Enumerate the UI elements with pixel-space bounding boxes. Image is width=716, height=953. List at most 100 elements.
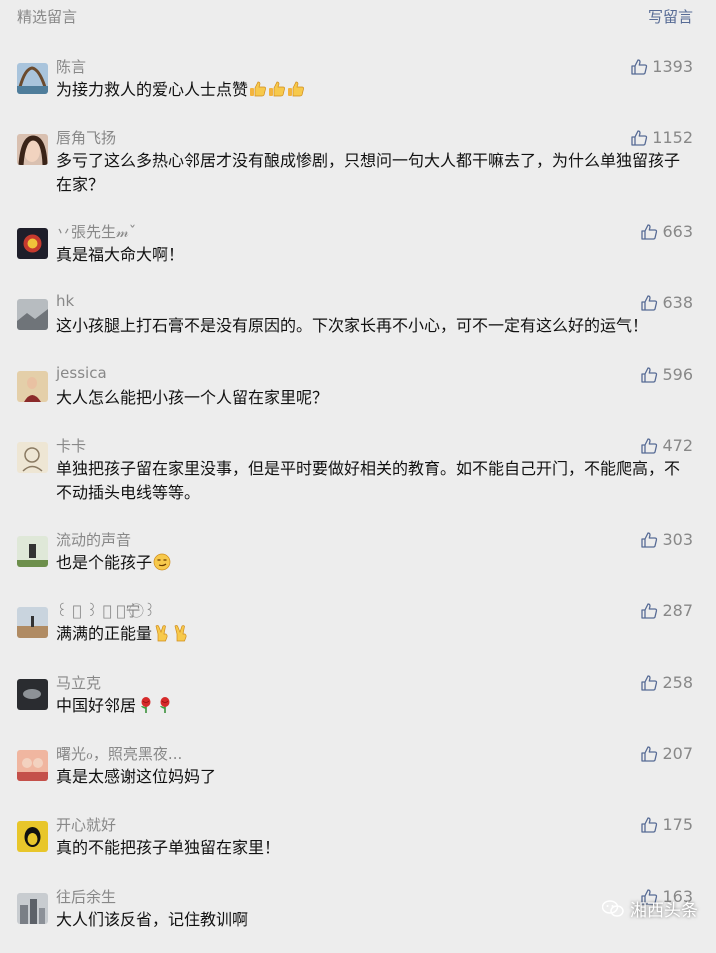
watermark-text: 湘西头条 [630,901,698,921]
thumbs-up-icon [640,602,658,620]
avatar-dark-scene[interactable] [17,679,48,710]
comment-item: ꒰ ⃝ ꒱ ⃝ ⃝宁 ⃝꒱ 满满的正能量 287 [0,601,716,667]
comment-text-content: 满满的正能量 [56,624,153,643]
like-button[interactable]: 287 [640,601,693,620]
avatar-gray[interactable] [17,299,48,330]
comment-text-content: 真是太感谢这位妈妈了 [56,767,217,786]
like-button[interactable]: 596 [640,365,693,384]
comment-text: 大人怎么能把小孩一个人留在家里呢？ [56,386,686,410]
thumbs-up-icon [640,294,658,312]
victory-emoji [153,624,171,642]
thumbs-up-icon [630,58,648,76]
comment-text: 这小孩腿上打石膏不是没有原因的。下次家长再不小心，可不一定有这么好的运气！ [56,314,686,338]
like-button[interactable]: 638 [640,293,693,312]
comment-item: 唇角飞扬多亏了这么多热心邻居才没有酿成惨剧，只想问一句大人都干嘛去了，为什么单独… [0,128,716,194]
avatar-city[interactable] [17,893,48,924]
like-count: 638 [662,293,693,312]
comment-text-content: 多亏了这么多热心邻居才没有酿成惨剧，只想问一句大人都干嘛去了，为什么单独留孩子在… [56,151,681,194]
thumbs-up-emoji [268,80,286,98]
comment-text-content: 真的不能把孩子单独留在家里！ [56,838,281,857]
thumbs-up-emoji [287,80,305,98]
commenter-name[interactable]: hk [56,292,74,310]
avatar-che[interactable] [17,821,48,852]
comment-text-content: 大人们该反省，记住教训啊 [56,910,249,929]
commenter-name[interactable]: 陈言 [56,56,86,77]
like-count: 303 [662,530,693,549]
comment-text-content: 单独把孩子留在家里没事，但是平时要做好相关的教育。如不能自己开门，不能爬高，不不… [56,459,681,502]
commenter-name[interactable]: jessica [56,364,107,382]
comments-header: 精选留言 写留言 [0,0,716,32]
thumbs-up-icon [640,437,658,455]
avatar-couple[interactable] [17,750,48,781]
avatar-field[interactable] [17,607,48,638]
comment-text: 中国好邻居 [56,694,686,718]
like-count: 1393 [652,57,693,76]
like-count: 207 [662,744,693,763]
avatar-dark[interactable] [17,228,48,259]
avatar-outdoor[interactable] [17,536,48,567]
like-count: 258 [662,673,693,692]
smirk-emoji [153,553,171,571]
comment-text: 大人们该反省，记住教训啊 [56,908,686,932]
thumbs-up-icon [630,129,648,147]
like-button[interactable]: 303 [640,530,693,549]
like-button[interactable]: 207 [640,744,693,763]
comment-text-content: 大人怎么能把小孩一个人留在家里呢？ [56,388,329,407]
comment-text: 也是个能孩子 [56,551,686,575]
like-count: 663 [662,222,693,241]
comment-item: jessica 大人怎么能把小孩一个人留在家里呢？ 596 [0,364,716,431]
write-comment-link[interactable]: 写留言 [648,6,693,27]
like-button[interactable]: 1152 [630,128,693,147]
commenter-name[interactable]: 曙光ℴ，照亮黑夜... [56,743,182,764]
comment-text-content: 为接力救人的爱心人士点赞 [56,80,249,99]
thumbs-up-icon [640,816,658,834]
comment-text: 真的不能把孩子单独留在家里！ [56,836,686,860]
comment-item: 丷張先生𝓂ˇ 真是福大命大啊！ 663 [0,222,716,288]
commenter-name[interactable]: 唇角飞扬 [56,127,116,148]
thumbs-up-icon [640,745,658,763]
comment-text-content: 这小孩腿上打石膏不是没有原因的。下次家长再不小心，可不一定有这么好的运气！ [56,316,649,335]
comment-text-content: 也是个能孩子 [56,553,153,572]
like-count: 175 [662,815,693,834]
avatar-sketch[interactable] [17,442,48,473]
comment-item: 开心就好真的不能把孩子单独留在家里！ 175 [0,815,716,881]
commenter-name[interactable]: 开心就好 [56,814,116,835]
like-button[interactable]: 175 [640,815,693,834]
like-button[interactable]: 663 [640,222,693,241]
thumbs-up-icon [640,366,658,384]
comment-item: 卡卡单独把孩子留在家里没事，但是平时要做好相关的教育。如不能自己开门，不能爬高，… [0,436,716,505]
avatar-portrait[interactable] [17,134,48,165]
comment-text: 真是福大命大啊！ [56,243,686,267]
rose-emoji [137,696,155,714]
avatar-girl[interactable] [17,371,48,402]
like-button[interactable]: 472 [640,436,693,455]
thumbs-up-icon [640,223,658,241]
commenter-name[interactable]: 马立克 [56,672,101,693]
like-button[interactable]: 258 [640,673,693,692]
commenter-name[interactable]: 往后余生 [56,886,116,907]
comment-item: hk 这小孩腿上打石膏不是没有原因的。下次家长再不小心，可不一定有这么好的运气！ 6… [0,292,716,359]
like-count: 1152 [652,128,693,147]
victory-emoji [172,624,190,642]
avatar-landscape[interactable] [17,63,48,94]
thumbs-up-icon [640,531,658,549]
comment-text: 为接力救人的爱心人士点赞 [56,78,686,102]
commenter-name[interactable]: 卡卡 [56,435,86,456]
comment-text-content: 中国好邻居 [56,696,137,715]
like-count: 472 [662,436,693,455]
rose-emoji [156,696,174,714]
watermark: 湘西头条 [602,896,698,921]
comment-text: 满满的正能量 [56,622,686,646]
comment-item: 流动的声音也是个能孩子 303 [0,530,716,596]
comment-item: 马立克中国好邻居 258 [0,673,716,739]
thumbs-up-icon [640,674,658,692]
section-title: 精选留言 [17,8,78,26]
like-count: 596 [662,365,693,384]
comment-item: 陈言为接力救人的爱心人士点赞 1393 [0,57,716,123]
commenter-name[interactable]: ꒰ ⃝ ꒱ ⃝ ⃝宁 ⃝꒱ [56,600,156,621]
commenter-name[interactable]: 丷張先生𝓂ˇ [56,221,136,242]
commenter-name[interactable]: 流动的声音 [56,529,131,550]
comment-text: 单独把孩子留在家里没事，但是平时要做好相关的教育。如不能自己开门，不能爬高，不不… [56,457,686,505]
thumbs-up-emoji [249,80,267,98]
like-button[interactable]: 1393 [630,57,693,76]
